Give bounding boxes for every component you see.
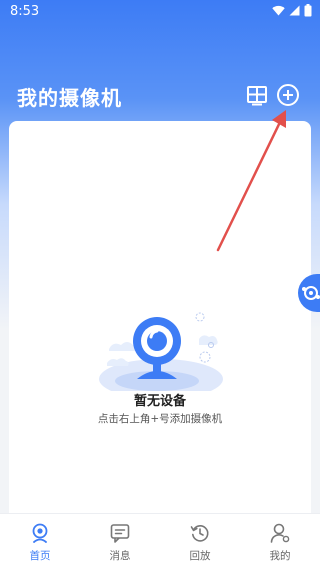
assistant-icon — [302, 286, 320, 300]
tab-playback[interactable]: 回放 — [160, 514, 240, 568]
add-device-icon[interactable] — [275, 82, 301, 108]
page-title: 我的摄像机 — [17, 86, 122, 110]
battery-icon — [304, 4, 312, 17]
empty-camera-illustration — [99, 312, 223, 391]
tab-label: 消息 — [109, 550, 131, 562]
status-icons — [272, 4, 312, 17]
status-time: 8:53 — [10, 4, 40, 19]
tab-label: 回放 — [189, 550, 211, 562]
bottom-tab-bar: 首页 消息 回放 我的 — [0, 513, 320, 568]
status-bar: 8:53 — [0, 0, 320, 24]
grid-view-icon[interactable] — [244, 82, 270, 108]
playback-clock-icon — [190, 525, 209, 542]
home-camera-icon — [32, 523, 48, 543]
empty-state-title: 暂无设备 — [133, 394, 186, 409]
tab-label: 我的 — [269, 550, 291, 562]
cell-signal-icon — [289, 5, 300, 16]
tab-label: 首页 — [29, 550, 51, 562]
empty-state-hint: 点击右上角+号添加摄像机 — [97, 413, 223, 425]
profile-icon — [270, 523, 290, 543]
tab-messages[interactable]: 消息 — [80, 514, 160, 568]
device-list-card: 暂无设备 点击右上角+号添加摄像机 — [9, 121, 311, 513]
wifi-icon — [272, 5, 285, 16]
tab-profile[interactable]: 我的 — [240, 514, 320, 568]
tab-home[interactable]: 首页 — [0, 514, 80, 568]
message-icon — [110, 524, 130, 543]
